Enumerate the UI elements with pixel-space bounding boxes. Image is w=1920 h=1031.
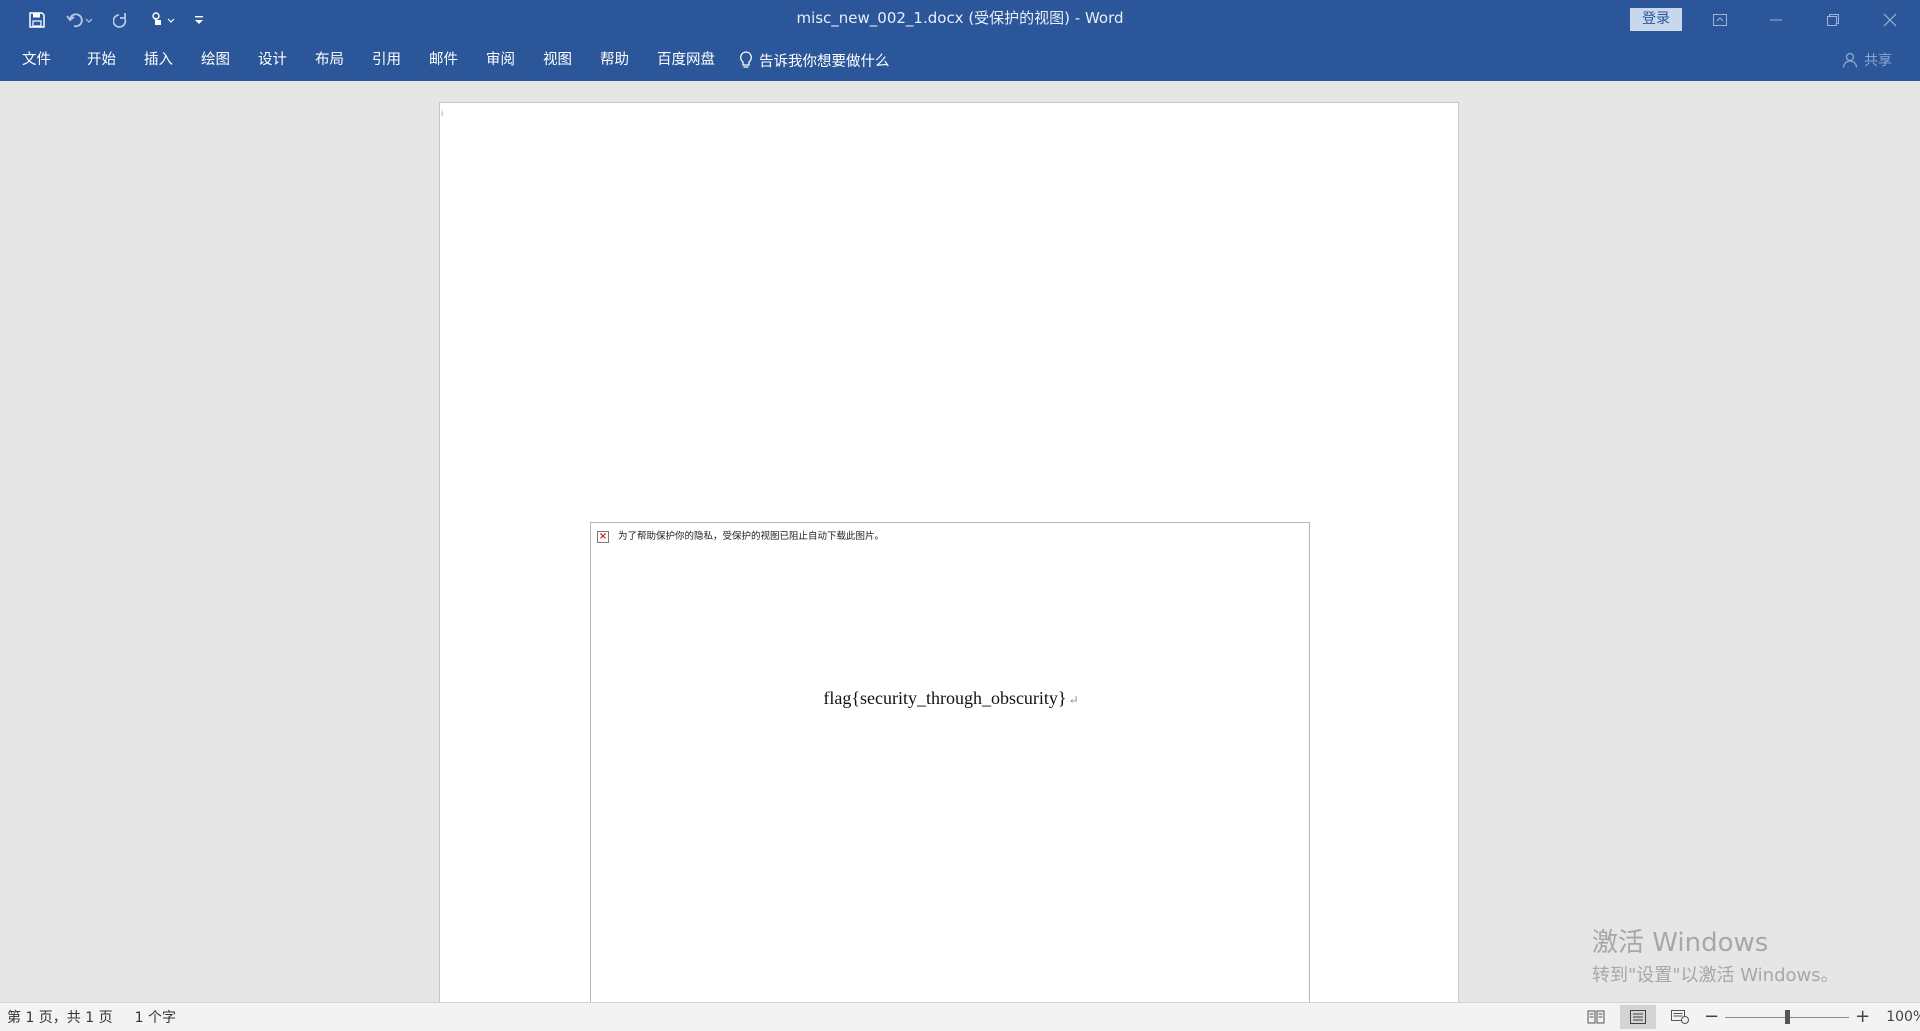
zoom-slider[interactable] xyxy=(1725,1009,1850,1024)
restore-button[interactable] xyxy=(1805,0,1861,39)
zoom-slider-thumb[interactable] xyxy=(1785,1009,1791,1024)
flag-paragraph[interactable]: flag{security_through_obscurity} ↵ xyxy=(591,688,1311,709)
close-button[interactable] xyxy=(1862,0,1918,39)
tab-references[interactable]: 引用 xyxy=(358,39,415,81)
lightbulb-icon xyxy=(740,51,752,68)
redo-button[interactable] xyxy=(102,0,140,39)
minimize-button[interactable] xyxy=(1748,0,1804,39)
customize-qat-icon xyxy=(195,15,203,24)
minimize-icon xyxy=(1770,19,1782,20)
person-icon xyxy=(1842,52,1858,68)
ribbon-tabs: 文件 开始 插入 绘图 设计 布局 引用 邮件 审阅 视图 帮助 百度网盘 告诉… xyxy=(8,39,900,81)
print-layout-icon xyxy=(1630,1010,1646,1024)
read-mode-icon xyxy=(1587,1010,1605,1024)
save-button[interactable] xyxy=(18,0,56,39)
activate-windows-subtitle: 转到"设置"以激活 Windows。 xyxy=(1592,965,1839,986)
tell-me-search[interactable]: 告诉我你想要做什么 xyxy=(729,39,900,81)
tab-home[interactable]: 开始 xyxy=(65,39,130,81)
blocked-image-message: 为了帮助保护你的隐私，受保护的视图已阻止自动下载此图片。 xyxy=(618,531,885,542)
activate-windows-title: 激活 Windows xyxy=(1592,928,1769,958)
login-button[interactable]: 登录 xyxy=(1630,8,1682,31)
touch-mode-button[interactable] xyxy=(144,0,182,39)
tab-design[interactable]: 设计 xyxy=(244,39,301,81)
ribbon-display-options-button[interactable] xyxy=(1692,0,1748,39)
tab-help[interactable]: 帮助 xyxy=(586,39,643,81)
document-canvas[interactable]: ⅰ × 为了帮助保护你的隐私，受保护的视图已阻止自动下载此图片。 flag{se… xyxy=(0,81,1920,1002)
status-bar: 第 1 页，共 1 页 1 个字 − + 100% xyxy=(0,1002,1920,1031)
margin-corner-mark: ⅰ xyxy=(441,109,444,118)
tab-baidu-netdisk[interactable]: 百度网盘 xyxy=(643,39,729,81)
tab-layout[interactable]: 布局 xyxy=(301,39,358,81)
ribbon-display-icon xyxy=(1713,13,1727,26)
title-bar: misc_new_002_1.docx (受保护的视图) - Word 登录 xyxy=(0,0,1920,39)
zoom-out-button[interactable]: − xyxy=(1704,1008,1719,1026)
save-icon xyxy=(29,11,45,28)
undo-button[interactable] xyxy=(60,0,98,39)
tab-draw[interactable]: 绘图 xyxy=(187,39,244,81)
tab-review[interactable]: 审阅 xyxy=(472,39,529,81)
tell-me-label: 告诉我你想要做什么 xyxy=(759,53,890,70)
tab-insert[interactable]: 插入 xyxy=(130,39,187,81)
broken-image-icon: × xyxy=(597,531,609,543)
zoom-level[interactable]: 100% xyxy=(1886,1009,1920,1025)
tab-file[interactable]: 文件 xyxy=(8,39,65,81)
read-mode-button[interactable] xyxy=(1578,1005,1614,1029)
flag-text: flag{security_through_obscurity} xyxy=(823,688,1067,708)
web-layout-icon xyxy=(1671,1010,1689,1024)
status-left: 第 1 页，共 1 页 1 个字 xyxy=(7,1003,176,1031)
zoom-in-button[interactable]: + xyxy=(1855,1008,1870,1026)
undo-icon xyxy=(66,12,92,27)
redo-icon xyxy=(113,12,127,28)
web-layout-button[interactable] xyxy=(1662,1005,1698,1029)
touch-mode-icon xyxy=(152,11,175,25)
close-icon xyxy=(1883,13,1897,26)
customize-qat-button[interactable] xyxy=(186,0,212,39)
tab-view[interactable]: 视图 xyxy=(529,39,586,81)
ribbon: 文件 开始 插入 绘图 设计 布局 引用 邮件 审阅 视图 帮助 百度网盘 告诉… xyxy=(0,39,1920,81)
zoom-control: − + 100% xyxy=(1704,1003,1920,1031)
paragraph-mark: ↵ xyxy=(1068,693,1079,707)
word-count[interactable]: 1 个字 xyxy=(135,1007,176,1027)
page-info[interactable]: 第 1 页，共 1 页 xyxy=(7,1007,113,1027)
share-label: 共享 xyxy=(1864,53,1892,69)
quick-access-toolbar xyxy=(18,0,212,39)
tab-mailings[interactable]: 邮件 xyxy=(415,39,472,81)
activate-windows-watermark: 激活 Windows 转到"设置"以激活 Windows。 xyxy=(1592,922,1839,987)
print-layout-button[interactable] xyxy=(1620,1005,1656,1029)
share-button[interactable]: 共享 xyxy=(1842,39,1892,81)
document-page[interactable]: ⅰ × 为了帮助保护你的隐私，受保护的视图已阻止自动下载此图片。 flag{se… xyxy=(439,102,1459,1002)
blocked-image-placeholder[interactable]: × 为了帮助保护你的隐私，受保护的视图已阻止自动下载此图片。 flag{secu… xyxy=(590,522,1310,1002)
restore-icon xyxy=(1827,13,1839,26)
